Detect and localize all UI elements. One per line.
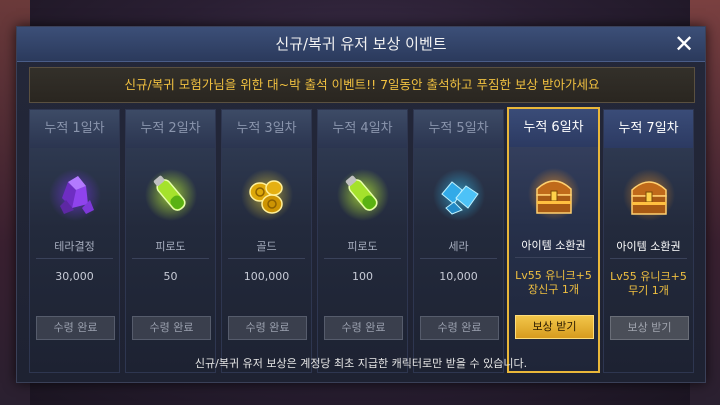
divider <box>324 258 401 259</box>
event-banner: 신규/복귀 모험가님을 위한 대~박 출석 이벤트!! 7일동안 출석하고 푸짐… <box>29 67 695 103</box>
divider <box>610 258 687 259</box>
day-label: 누적 6일차 <box>509 109 598 147</box>
divider <box>515 257 592 258</box>
sera-gem-icon <box>432 168 486 222</box>
claim-reward-button[interactable]: 보상 받기 <box>515 315 594 339</box>
reward-amount: 100 <box>352 270 373 283</box>
day-label: 누적 1일차 <box>30 110 119 148</box>
day-label: 누적 5일차 <box>414 110 503 148</box>
reward-amount: Lv55 유니크+5 무기 1개 <box>610 270 687 297</box>
claimed-button[interactable]: 수령 완료 <box>420 316 499 340</box>
reward-item-name: 아이템 소환권 <box>616 240 681 253</box>
reward-card-day-1: 누적 1일차 테라결정 30,000 수령 완료 <box>29 109 120 373</box>
claimed-button[interactable]: 수령 완료 <box>324 316 403 340</box>
potion-icon <box>336 168 390 222</box>
day-label: 누적 3일차 <box>222 110 311 148</box>
claimed-button[interactable]: 수령 완료 <box>228 316 307 340</box>
day-label: 누적 7일차 <box>604 110 693 148</box>
reward-card-day-3: 누적 3일차 골드 100,000 수령 완료 <box>221 109 312 373</box>
crystal-icon <box>48 168 102 222</box>
reward-card-day-5: 누적 5일차 세라 10,000 수령 완료 <box>413 109 504 373</box>
reward-card-day-2: 누적 2일차 피로도 50 수령 완료 <box>125 109 216 373</box>
reward-card-day-6[interactable]: 누적 6일차 아이템 소환권 Lv55 유니크+5 장신구 1개 보상 받기 <box>507 107 600 373</box>
modal-title: 신규/복귀 유저 보상 이벤트 <box>275 35 447 53</box>
divider <box>36 258 113 259</box>
reward-amount: 10,000 <box>439 270 478 283</box>
reward-card-day-4: 누적 4일차 피로도 100 수령 완료 <box>317 109 408 373</box>
claimed-button[interactable]: 수령 완료 <box>36 316 115 340</box>
reward-amount: 50 <box>163 270 178 283</box>
reward-amount: 100,000 <box>243 270 290 283</box>
day-label: 누적 2일차 <box>126 110 215 148</box>
reward-amount: Lv55 유니크+5 장신구 1개 <box>515 269 592 296</box>
reward-item-name: 세라 <box>448 240 469 253</box>
reward-item-name: 피로도 <box>155 240 186 253</box>
reward-item-name: 골드 <box>256 240 277 253</box>
potion-icon <box>144 168 198 222</box>
reward-card-day-7: 누적 7일차 아이템 소환권 Lv55 유니크+5 무기 1개 보상 받기 <box>603 109 694 373</box>
treasure-chest-icon <box>527 167 581 221</box>
reward-amount: 30,000 <box>55 270 94 283</box>
treasure-chest-icon <box>622 168 676 222</box>
footer-notice: 신규/복귀 유저 보상은 계정당 최초 지급한 캐릭터로만 받을 수 있습니다. <box>194 357 528 370</box>
reward-item-name: 피로도 <box>347 240 378 253</box>
divider <box>420 258 497 259</box>
reward-item-name: 테라결정 <box>54 240 95 253</box>
claimed-button[interactable]: 수령 완료 <box>132 316 211 340</box>
day-label: 누적 4일차 <box>318 110 407 148</box>
claim-reward-button-disabled[interactable]: 보상 받기 <box>610 316 689 340</box>
reward-item-name: 아이템 소환권 <box>521 239 586 252</box>
reward-card-list: 누적 1일차 테라결정 30,000 수령 완료 누적 2일차 피로도 50 수… <box>29 107 694 373</box>
close-icon[interactable]: ✕ <box>671 31 697 57</box>
modal-titlebar: 신규/복귀 유저 보상 이벤트 ✕ <box>17 27 705 62</box>
gold-coins-icon <box>240 168 294 222</box>
event-modal: 신규/복귀 유저 보상 이벤트 ✕ 신규/복귀 모험가님을 위한 대~박 출석 … <box>16 26 706 383</box>
divider <box>228 258 305 259</box>
divider <box>132 258 209 259</box>
